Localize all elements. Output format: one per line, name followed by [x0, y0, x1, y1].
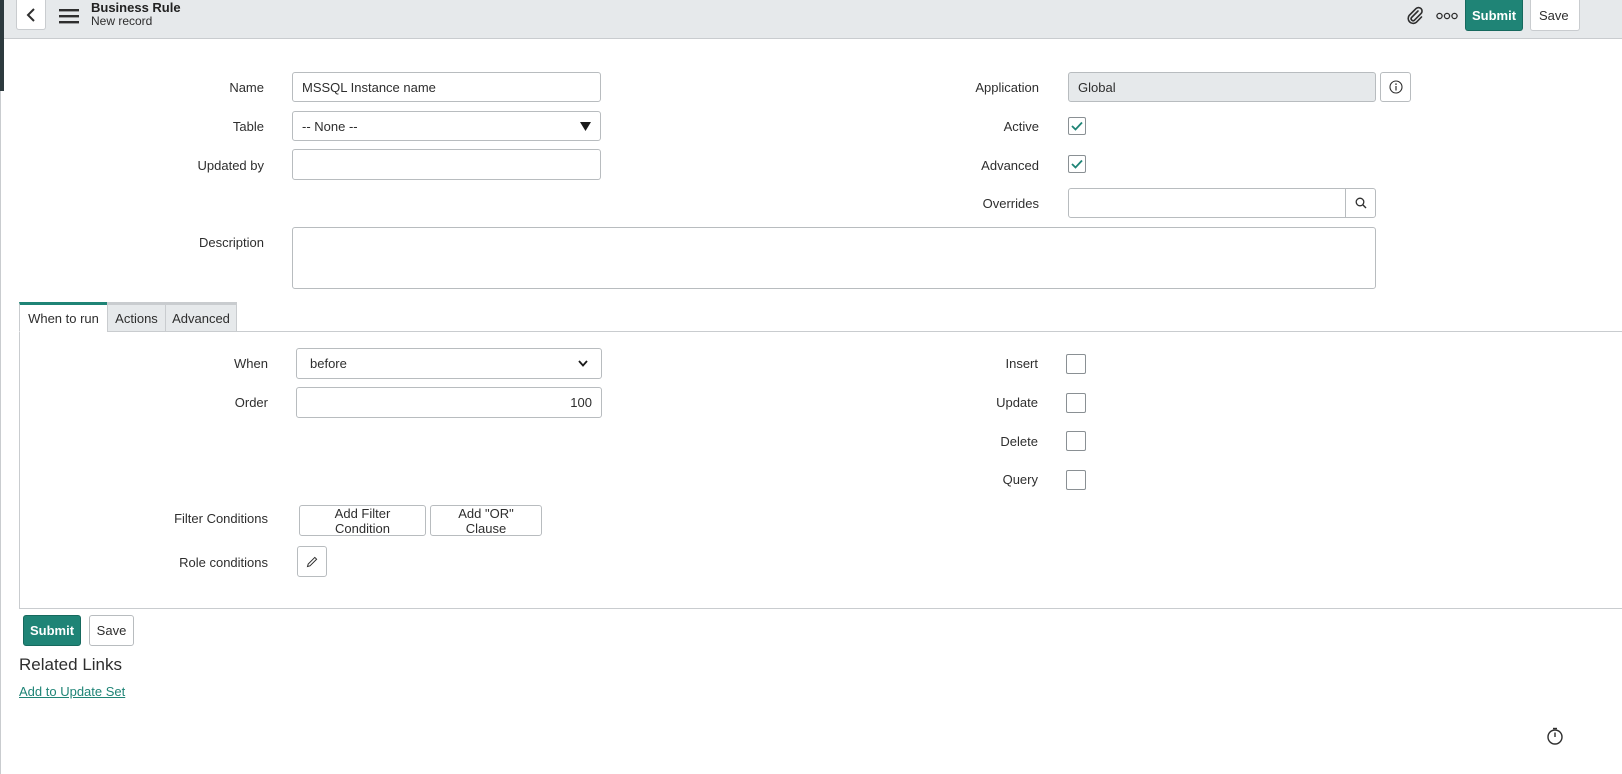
when-select[interactable]: before [296, 348, 602, 379]
tab-advanced[interactable]: Advanced [165, 302, 237, 332]
when-select-value: before [310, 356, 347, 371]
back-chevron-icon [26, 7, 35, 22]
table-select-value: -- None -- [302, 118, 358, 134]
query-checkbox[interactable] [1066, 470, 1086, 490]
save-button[interactable]: Save [89, 615, 134, 646]
dropdown-triangle-icon [580, 121, 591, 131]
active-label: Active [1003, 119, 1039, 134]
paperclip-icon [1407, 6, 1423, 25]
related-links-title: Related Links [19, 655, 123, 674]
overrides-input[interactable] [1068, 188, 1346, 218]
insert-checkbox[interactable] [1066, 354, 1086, 374]
header-submit-button[interactable]: Submit [1465, 0, 1523, 31]
insert-label: Insert [1005, 356, 1038, 371]
add-filter-condition-button[interactable]: Add Filter Condition [299, 505, 426, 536]
submit-button[interactable]: Submit [23, 615, 81, 646]
active-checkbox[interactable] [1068, 117, 1086, 135]
table-label: Table [232, 119, 264, 134]
application-info-button[interactable] [1380, 72, 1411, 102]
filter-conditions-label: Filter Conditions [174, 511, 268, 526]
checkmark-icon [1071, 121, 1083, 131]
tab-when-to-run[interactable]: When to run [19, 302, 108, 332]
name-label: Name [229, 80, 264, 95]
header-save-button[interactable]: Save [1530, 0, 1580, 31]
when-label: When [234, 356, 268, 371]
add-or-clause-button[interactable]: Add "OR" Clause [430, 505, 542, 536]
updated-by-input[interactable] [292, 149, 601, 180]
chevron-down-icon [578, 360, 588, 367]
response-timer-icon[interactable] [1545, 726, 1565, 746]
application-label: Application [975, 80, 1039, 95]
pencil-icon [306, 556, 318, 567]
more-options-icon [1436, 12, 1458, 20]
more-options-button[interactable] [1434, 5, 1460, 27]
tab-actions[interactable]: Actions [107, 302, 166, 332]
order-input[interactable]: 100 [296, 387, 602, 418]
delete-label: Delete [1000, 434, 1038, 449]
description-label: Description [198, 235, 264, 250]
role-conditions-label: Role conditions [179, 555, 268, 570]
attachment-button[interactable] [1404, 5, 1426, 27]
table-select[interactable]: -- None -- [292, 111, 601, 141]
application-field: Global [1068, 72, 1376, 102]
context-menu-button[interactable] [58, 5, 80, 27]
overrides-lookup-button[interactable] [1345, 188, 1376, 218]
update-checkbox[interactable] [1066, 393, 1086, 413]
left-divider [0, 91, 1, 774]
description-textarea[interactable] [292, 227, 1376, 289]
advanced-checkbox[interactable] [1068, 155, 1086, 173]
update-label: Update [996, 395, 1038, 410]
order-label: Order [234, 395, 268, 410]
search-icon [1355, 197, 1366, 209]
name-input[interactable]: MSSQL Instance name [292, 72, 601, 102]
info-icon [1388, 80, 1403, 94]
advanced-label: Advanced [981, 158, 1039, 173]
checkmark-icon [1071, 159, 1083, 169]
add-to-update-set-link[interactable]: Add to Update Set [19, 684, 125, 699]
delete-checkbox[interactable] [1066, 431, 1086, 451]
edit-role-conditions-button[interactable] [297, 546, 327, 577]
overrides-label: Overrides [982, 196, 1039, 211]
page-title: Business Rule [91, 0, 181, 15]
tabs-divider [19, 331, 1622, 332]
updated-by-label: Updated by [197, 158, 265, 173]
back-button[interactable] [16, 0, 46, 30]
query-label: Query [1002, 472, 1038, 487]
hamburger-menu-icon [59, 9, 79, 24]
page-subtitle: New record [91, 14, 153, 28]
form-header: Business Rule New record Submit Save [4, 0, 1622, 39]
